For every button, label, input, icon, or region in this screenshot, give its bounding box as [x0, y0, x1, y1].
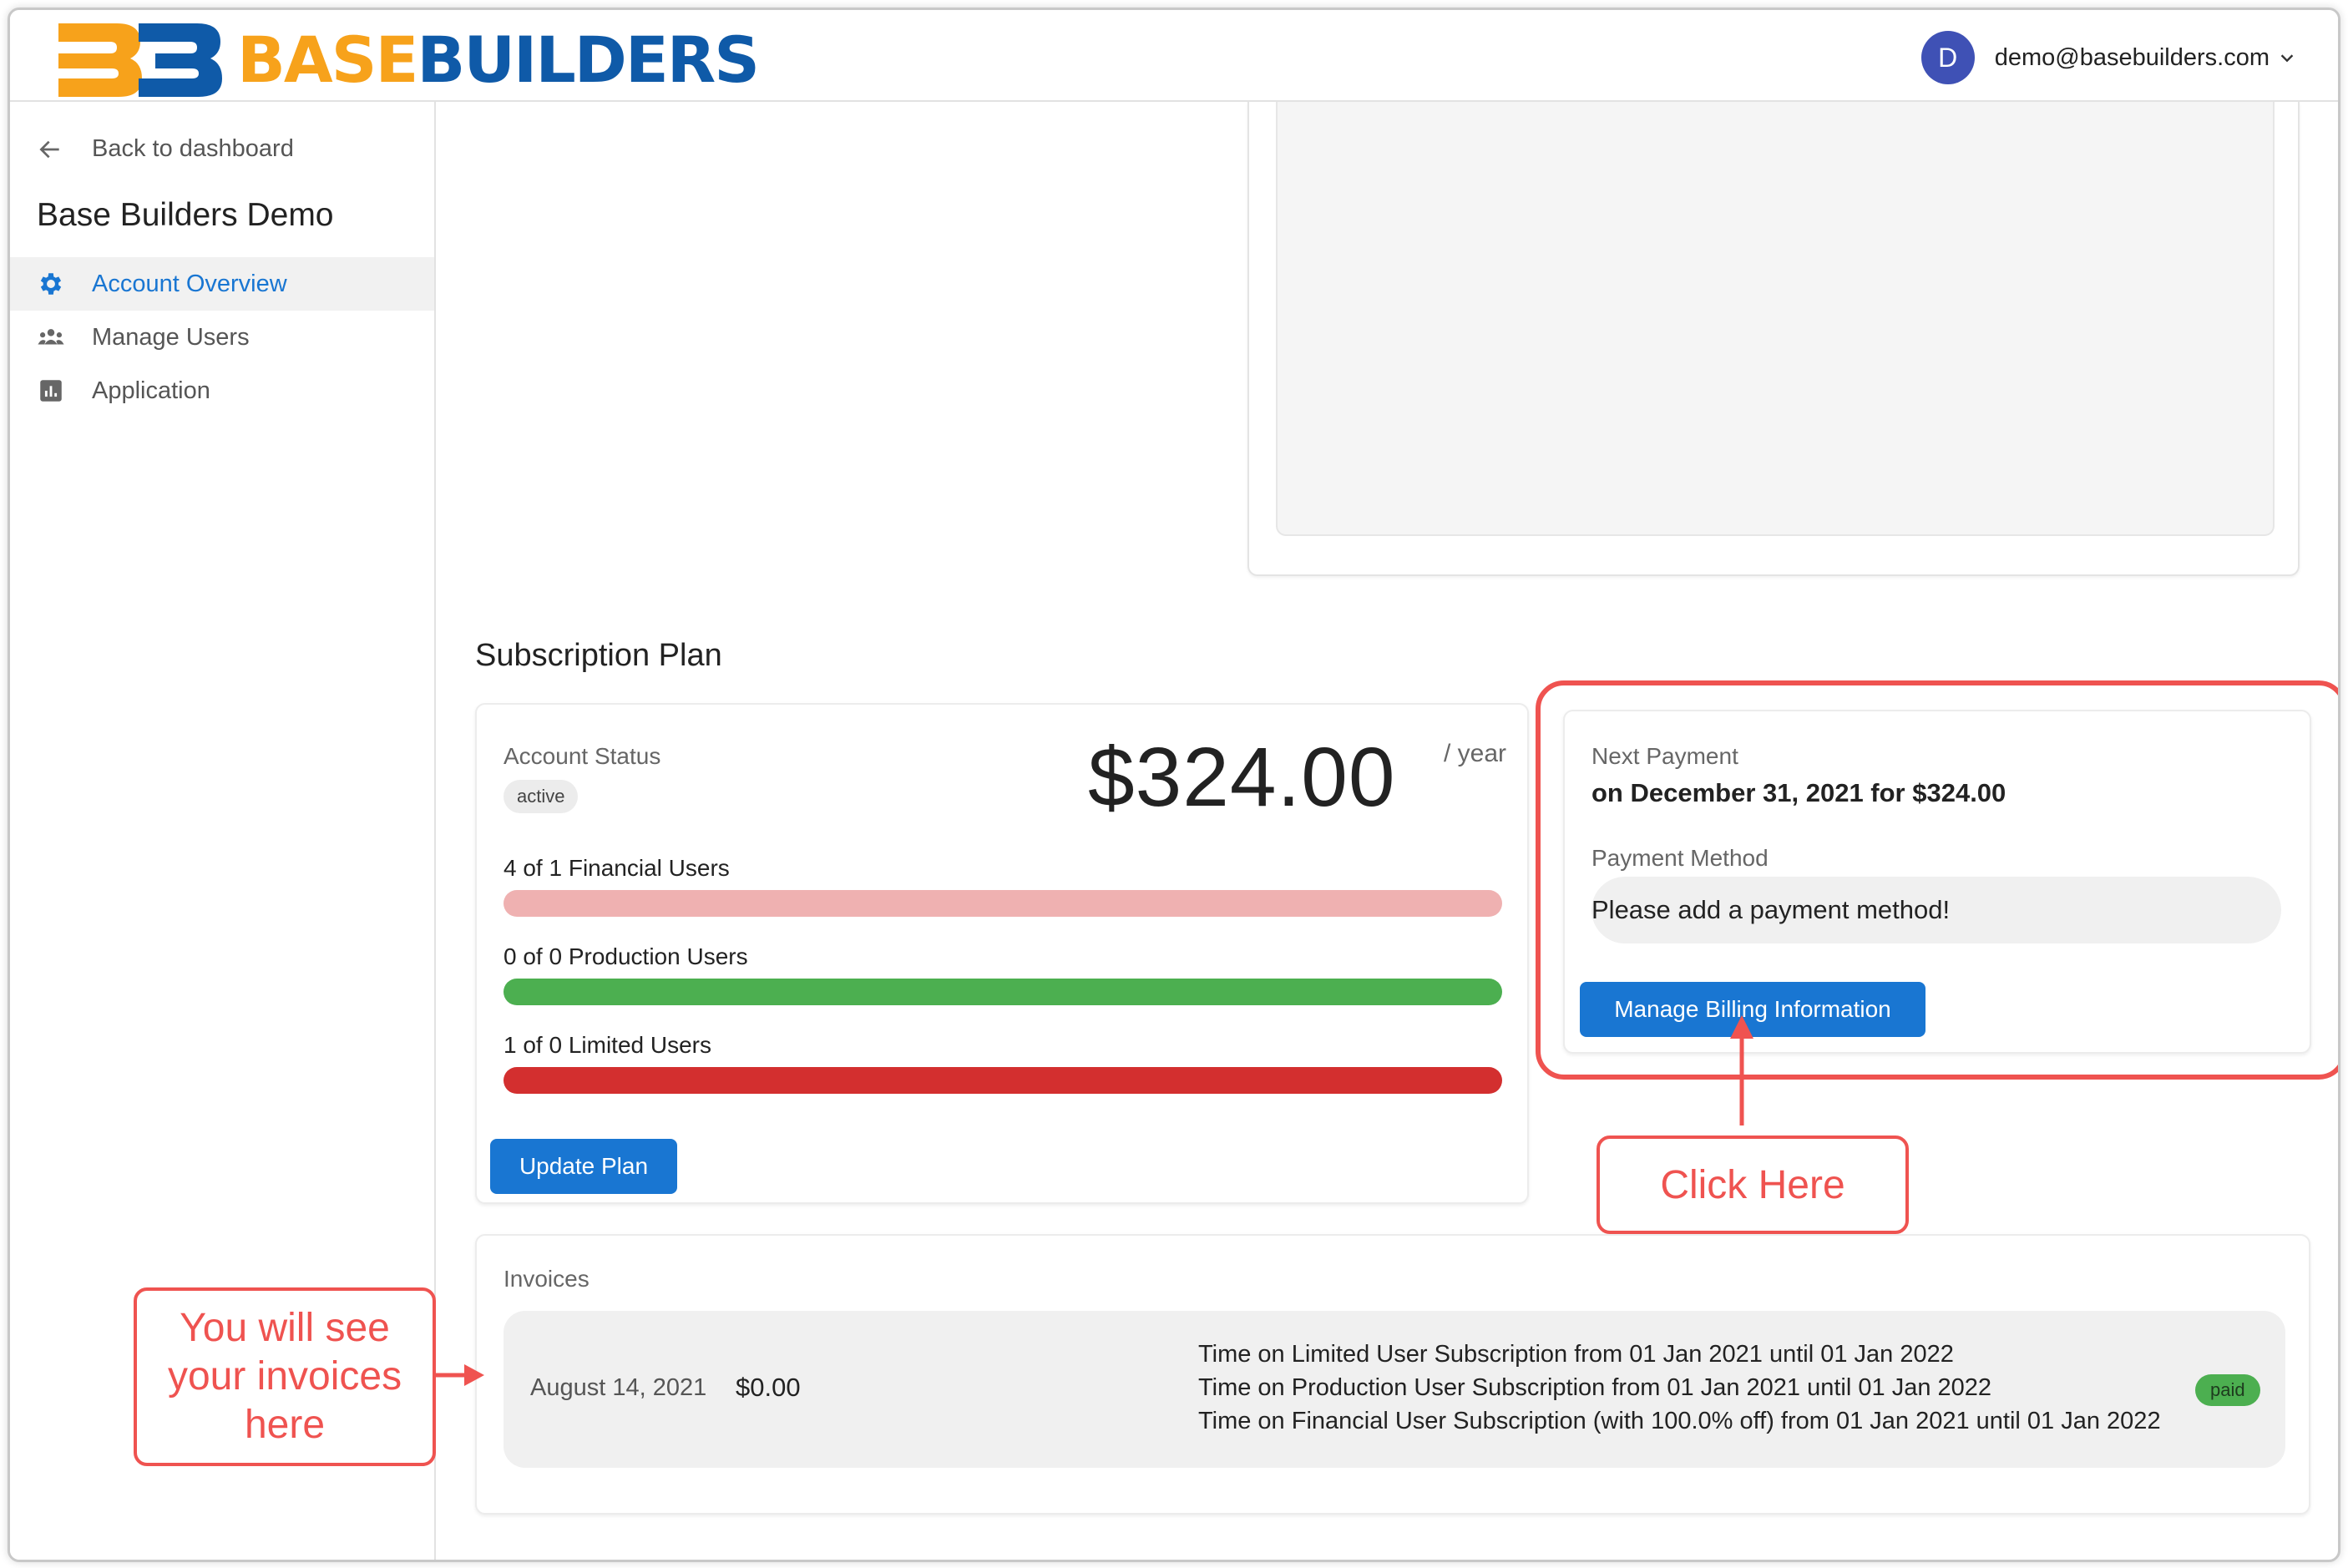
invoices-card: Invoices August 14, 2021 $0.00 Time on L…	[475, 1234, 2310, 1515]
chart-placeholder	[1276, 102, 2275, 536]
sidebar-item-account-overview[interactable]: Account Overview	[10, 257, 434, 311]
sidebar-item-application[interactable]: Application	[10, 364, 434, 417]
brand-name: BASEBUILDERS	[237, 28, 760, 92]
invoice-row[interactable]: August 14, 2021 $0.00 Time on Limited Us…	[504, 1311, 2285, 1468]
plan-price: $324.00	[1088, 731, 1396, 824]
brand-logo[interactable]: BASEBUILDERS	[58, 18, 760, 102]
brand-name-part1: BASE	[237, 23, 418, 97]
section-title: Subscription Plan	[475, 638, 722, 673]
annotation-highlight-box	[1536, 680, 2338, 1080]
usage-bar-financial	[504, 890, 1502, 917]
bb-logo-icon	[58, 23, 222, 97]
annotation-invoice-note: You will see your invoices here	[134, 1287, 436, 1466]
top-bar: BASEBUILDERS D demo@basebuilders.com	[10, 10, 2338, 102]
invoices-label: Invoices	[504, 1266, 590, 1292]
chart-card	[1247, 102, 2300, 576]
invoice-line-item: Time on Financial User Subscription (wit…	[1198, 1408, 2161, 1434]
arrow-left-icon	[39, 140, 59, 158]
update-plan-button[interactable]: Update Plan	[490, 1139, 677, 1194]
users-icon	[38, 329, 64, 345]
usage-label-financial: 4 of 1 Financial Users	[504, 855, 730, 881]
usage-bar-production	[504, 979, 1502, 1005]
back-to-dashboard-link[interactable]: Back to dashboard	[37, 135, 294, 163]
back-link-label: Back to dashboard	[92, 135, 294, 162]
invoice-amount: $0.00	[736, 1373, 801, 1402]
sidebar-item-label: Manage Users	[92, 323, 250, 351]
user-email: demo@basebuilders.com	[1994, 43, 2270, 71]
invoice-line-items: Time on Limited User Subscription from 0…	[1198, 1338, 2161, 1438]
invoice-date: August 14, 2021	[530, 1374, 707, 1401]
usage-label-limited: 1 of 0 Limited Users	[504, 1032, 711, 1058]
app-window: BASEBUILDERS D demo@basebuilders.com Bac…	[8, 8, 2340, 1562]
avatar: D	[1920, 31, 1975, 84]
sidebar-item-label: Application	[92, 377, 210, 404]
sidebar-item-manage-users[interactable]: Manage Users	[10, 311, 434, 364]
invoice-line-item: Time on Production User Subscription fro…	[1198, 1374, 1992, 1401]
org-name: Base Builders Demo	[37, 197, 334, 233]
user-menu[interactable]: D demo@basebuilders.com	[1920, 31, 2296, 84]
account-status-label: Account Status	[504, 743, 661, 769]
invoice-line-item: Time on Limited User Subscription from 0…	[1198, 1341, 1954, 1368]
account-status-card: Account Status active $324.00 / year 4 o…	[475, 703, 1529, 1204]
annotation-click-here: Click Here	[1597, 1136, 1909, 1234]
usage-bar-limited	[504, 1067, 1502, 1094]
chart-icon	[40, 380, 62, 402]
brand-name-part2: BUILDERS	[417, 23, 760, 97]
invoice-status-badge: paid	[2195, 1374, 2260, 1406]
sidebar-item-label: Account Overview	[92, 270, 287, 297]
plan-period: / year	[1444, 740, 1507, 767]
gear-icon	[40, 273, 62, 295]
status-badge: active	[504, 780, 579, 813]
chevron-down-icon	[2280, 54, 2294, 63]
usage-label-production: 0 of 0 Production Users	[504, 943, 748, 969]
